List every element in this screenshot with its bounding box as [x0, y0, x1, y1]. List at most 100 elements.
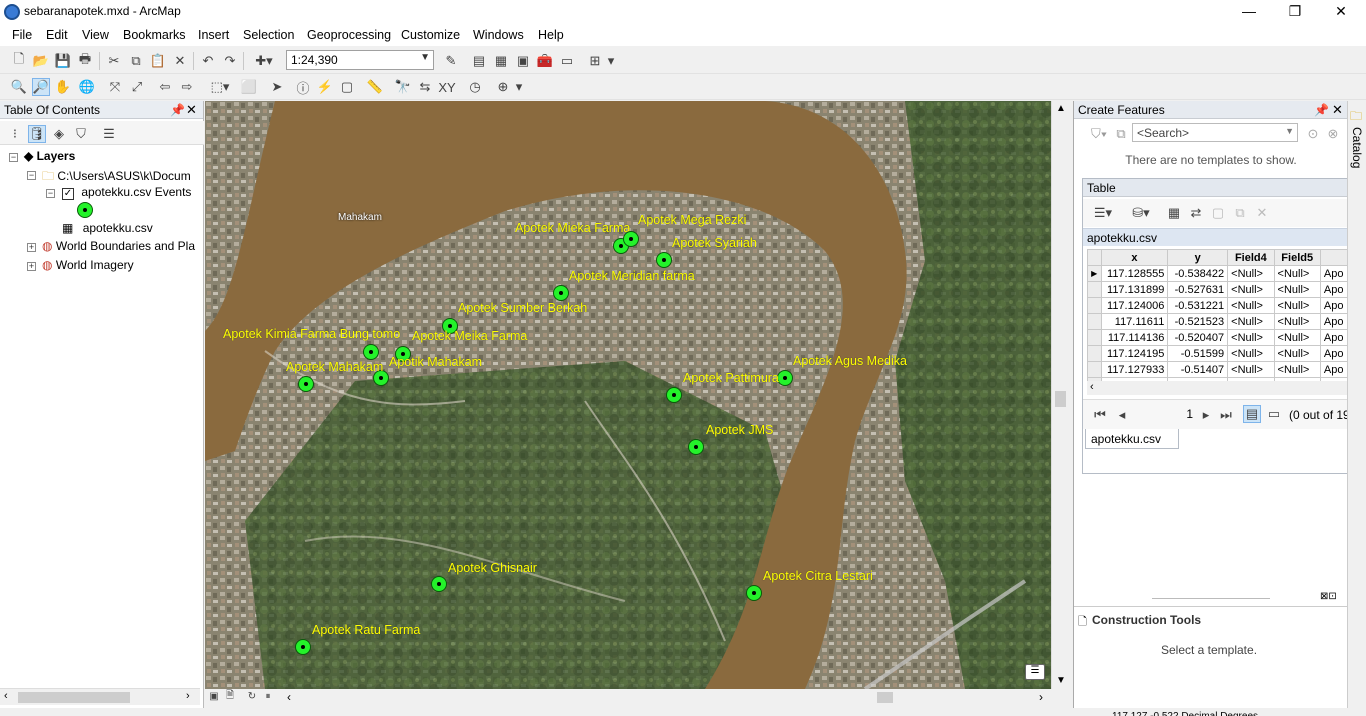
table-cell[interactable]: Apo	[1319, 345, 1349, 362]
scroll-left-icon[interactable]: ‹	[287, 690, 291, 704]
row-selector[interactable]	[1087, 345, 1102, 362]
pharmacy-point-marker[interactable]	[295, 639, 311, 655]
restore-button[interactable]: ❐	[1272, 0, 1318, 24]
refresh-icon[interactable]: ↻	[245, 689, 259, 703]
collapse-layers-icon[interactable]: −	[9, 153, 18, 162]
scroll-left-icon[interactable]: ‹	[1090, 381, 1094, 393]
new-document-icon[interactable]: 🗋	[10, 51, 28, 70]
minimize-button[interactable]: —	[1226, 0, 1272, 24]
column-header[interactable]: Field5	[1273, 249, 1321, 266]
table-options-icon[interactable]: ☰▾	[1089, 204, 1117, 222]
data-view-icon[interactable]: ▣	[207, 689, 221, 703]
catalog-side-tab[interactable]: 🗀 Catalog	[1347, 101, 1366, 708]
print-icon[interactable]: 🖶	[76, 51, 94, 70]
map-scale-combo[interactable]: 1:24,390 ▼	[286, 50, 434, 70]
table-tab[interactable]: apotekku.csv	[1085, 429, 1179, 449]
table-row[interactable]: 117.131899 -0.527631 <Null> <Null> Apo	[1087, 281, 1349, 298]
go-to-xy-icon[interactable]: XY	[438, 78, 456, 96]
find-icon[interactable]: 🔭	[394, 78, 412, 96]
collapse-events-icon[interactable]: −	[46, 189, 55, 198]
model-builder-icon[interactable]: ⊞	[586, 52, 604, 70]
go-forward-icon[interactable]: ⇨	[178, 78, 196, 96]
table-cell[interactable]: Apo	[1319, 281, 1349, 298]
table-cell[interactable]: 117.11611	[1100, 313, 1169, 330]
pharmacy-point-marker[interactable]	[363, 344, 379, 360]
paste-icon[interactable]: 📋	[149, 52, 167, 70]
scroll-right-icon[interactable]: ›	[186, 690, 190, 702]
boundaries-layer-item[interactable]: ◍ World Boundaries and Pla	[42, 239, 195, 253]
menu-customize[interactable]: Customize	[401, 28, 460, 42]
table-row[interactable]: 117.114136 -0.520407 <Null> <Null> Apo	[1087, 329, 1349, 346]
pharmacy-point-marker[interactable]	[746, 585, 762, 601]
menu-bookmarks[interactable]: Bookmarks	[123, 28, 186, 42]
map-view[interactable]: Mahakam Apotek Mieka Farma Apotek Mega R…	[205, 101, 1051, 689]
zoom-out-icon[interactable]: 🔎	[32, 78, 50, 96]
cut-icon[interactable]: ✂	[105, 52, 123, 70]
pharmacy-point-marker[interactable]	[431, 576, 447, 592]
table-cell[interactable]: <Null>	[1227, 265, 1275, 282]
expand-boundaries-icon[interactable]: +	[27, 243, 36, 252]
column-header[interactable]	[1319, 249, 1349, 266]
table-cell[interactable]: 117.114136	[1100, 329, 1169, 346]
select-features-icon[interactable]: ⬚▾	[206, 78, 234, 96]
clear-selection-icon[interactable]: ▢	[1209, 204, 1227, 222]
save-icon[interactable]: 💾	[54, 52, 72, 70]
table-cell[interactable]: -0.520407	[1167, 329, 1229, 346]
measure-icon[interactable]: 📏	[366, 78, 384, 96]
menu-insert[interactable]: Insert	[198, 28, 229, 42]
menu-geoprocessing[interactable]: Geoprocessing	[307, 28, 391, 42]
pause-drawing-icon[interactable]: ⏸	[261, 689, 275, 703]
table-cell[interactable]: <Null>	[1227, 281, 1275, 298]
table-cell[interactable]: Apo	[1319, 265, 1349, 282]
organize-templates-icon[interactable]: ⛉▾	[1090, 125, 1108, 143]
time-slider-icon[interactable]: ◷	[466, 78, 484, 96]
search-icon[interactable]: ⊙	[1304, 125, 1322, 143]
list-by-drawing-order-icon[interactable]: ⁝	[6, 125, 24, 143]
collapse-folder-icon[interactable]: −	[27, 171, 36, 180]
scroll-up-icon[interactable]: ▲	[1056, 103, 1066, 114]
hyperlink-icon[interactable]: ⚡	[316, 78, 334, 96]
delete-icon[interactable]: ✕	[171, 52, 189, 70]
table-row[interactable]: ▶ 117.128555 -0.538422 <Null> <Null> Apo	[1087, 265, 1349, 282]
close-button[interactable]: ✕	[1318, 0, 1364, 24]
table-row[interactable]: 117.11611 -0.521523 <Null> <Null> Apo	[1087, 313, 1349, 330]
table-cell[interactable]: -0.527631	[1167, 281, 1229, 298]
pharmacy-point-marker[interactable]	[656, 252, 672, 268]
fixed-zoom-in-icon[interactable]: ⤧	[106, 78, 124, 96]
menu-file[interactable]: File	[12, 28, 32, 42]
column-header[interactable]: x	[1100, 249, 1169, 266]
table-cell[interactable]: <Null>	[1273, 361, 1321, 378]
catalog-window-icon[interactable]: ▦	[492, 52, 510, 70]
table-cell[interactable]: Apo	[1319, 361, 1349, 378]
table-row[interactable]: 117.127933 -0.51407 <Null> <Null> Apo	[1087, 361, 1349, 378]
table-cell[interactable]: <Null>	[1273, 281, 1321, 298]
identify-icon[interactable]: ⓘ	[294, 78, 312, 96]
table-cell[interactable]: 117.127933	[1100, 361, 1169, 378]
menu-edit[interactable]: Edit	[46, 28, 68, 42]
pharmacy-point-marker[interactable]	[623, 231, 639, 247]
list-by-selection-icon[interactable]: ⛉	[72, 125, 90, 143]
python-window-icon[interactable]: ▭	[558, 52, 576, 70]
list-by-visibility-icon[interactable]: ◈	[50, 125, 68, 143]
select-elements-icon[interactable]: ➤	[268, 78, 286, 96]
open-icon[interactable]: 📂	[32, 52, 50, 70]
full-extent-icon[interactable]: 🌐	[78, 78, 96, 96]
list-by-source-icon[interactable]: 🛢	[28, 125, 46, 143]
row-selector[interactable]	[1087, 281, 1102, 298]
column-header[interactable]: Field4	[1227, 249, 1275, 266]
first-record-icon[interactable]: ⏮	[1091, 406, 1109, 424]
html-popup-icon[interactable]: ▢	[338, 78, 356, 96]
search-input[interactable]: <Search> ▼	[1132, 123, 1298, 142]
toc-horizontal-scrollbar[interactable]: ‹ ›	[0, 688, 200, 705]
scroll-right-icon[interactable]: ›	[1039, 690, 1043, 704]
table-cell[interactable]: 117.131899	[1100, 281, 1169, 298]
pan-icon[interactable]: ✋	[54, 78, 72, 96]
table-cell[interactable]: <Null>	[1227, 313, 1275, 330]
scroll-thumb[interactable]	[18, 692, 130, 703]
table-cell[interactable]: <Null>	[1273, 329, 1321, 346]
menu-help[interactable]: Help	[538, 28, 564, 42]
pharmacy-point-marker[interactable]	[666, 387, 682, 403]
delete-selected-icon[interactable]: ✕	[1253, 204, 1271, 222]
scroll-down-icon[interactable]: ▼	[1056, 675, 1066, 686]
table-cell[interactable]: <Null>	[1227, 345, 1275, 362]
